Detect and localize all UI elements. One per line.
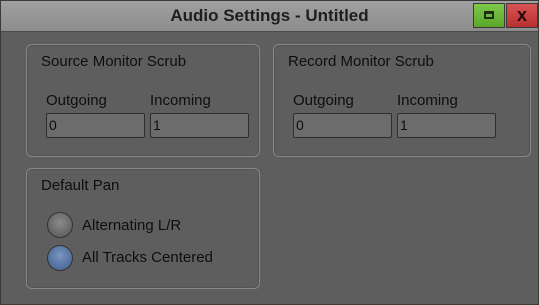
all-tracks-centered-label[interactable]: All Tracks Centered <box>82 249 213 266</box>
source-outgoing-field[interactable]: 0 <box>46 113 145 138</box>
alternating-lr-radio[interactable] <box>47 212 73 238</box>
alternating-lr-label[interactable]: Alternating L/R <box>82 217 181 234</box>
source-outgoing-label: Outgoing <box>46 92 107 109</box>
title-bar[interactable]: Audio Settings - Untitled x <box>1 1 538 32</box>
record-monitor-scrub-group: Record Monitor Scrub Outgoing Incoming 0… <box>273 44 531 157</box>
record-monitor-scrub-title: Record Monitor Scrub <box>288 53 434 70</box>
record-outgoing-field[interactable]: 0 <box>293 113 392 138</box>
default-pan-title: Default Pan <box>41 177 120 194</box>
close-button[interactable]: x <box>506 3 538 28</box>
default-pan-group: Default Pan Alternating L/R All Tracks C… <box>26 168 260 289</box>
record-outgoing-label: Outgoing <box>293 92 354 109</box>
record-incoming-label: Incoming <box>397 92 458 109</box>
source-incoming-label: Incoming <box>150 92 211 109</box>
maximize-icon <box>484 11 494 19</box>
window-title: Audio Settings - Untitled <box>170 6 369 25</box>
source-monitor-scrub-group: Source Monitor Scrub Outgoing Incoming 0… <box>26 44 260 157</box>
close-icon: x <box>516 5 527 25</box>
audio-settings-window: Audio Settings - Untitled x Source Monit… <box>0 0 539 305</box>
all-tracks-centered-radio[interactable] <box>47 245 73 271</box>
source-incoming-field[interactable]: 1 <box>150 113 249 138</box>
record-incoming-field[interactable]: 1 <box>397 113 496 138</box>
source-monitor-scrub-title: Source Monitor Scrub <box>41 53 187 70</box>
maximize-button[interactable] <box>473 3 505 28</box>
